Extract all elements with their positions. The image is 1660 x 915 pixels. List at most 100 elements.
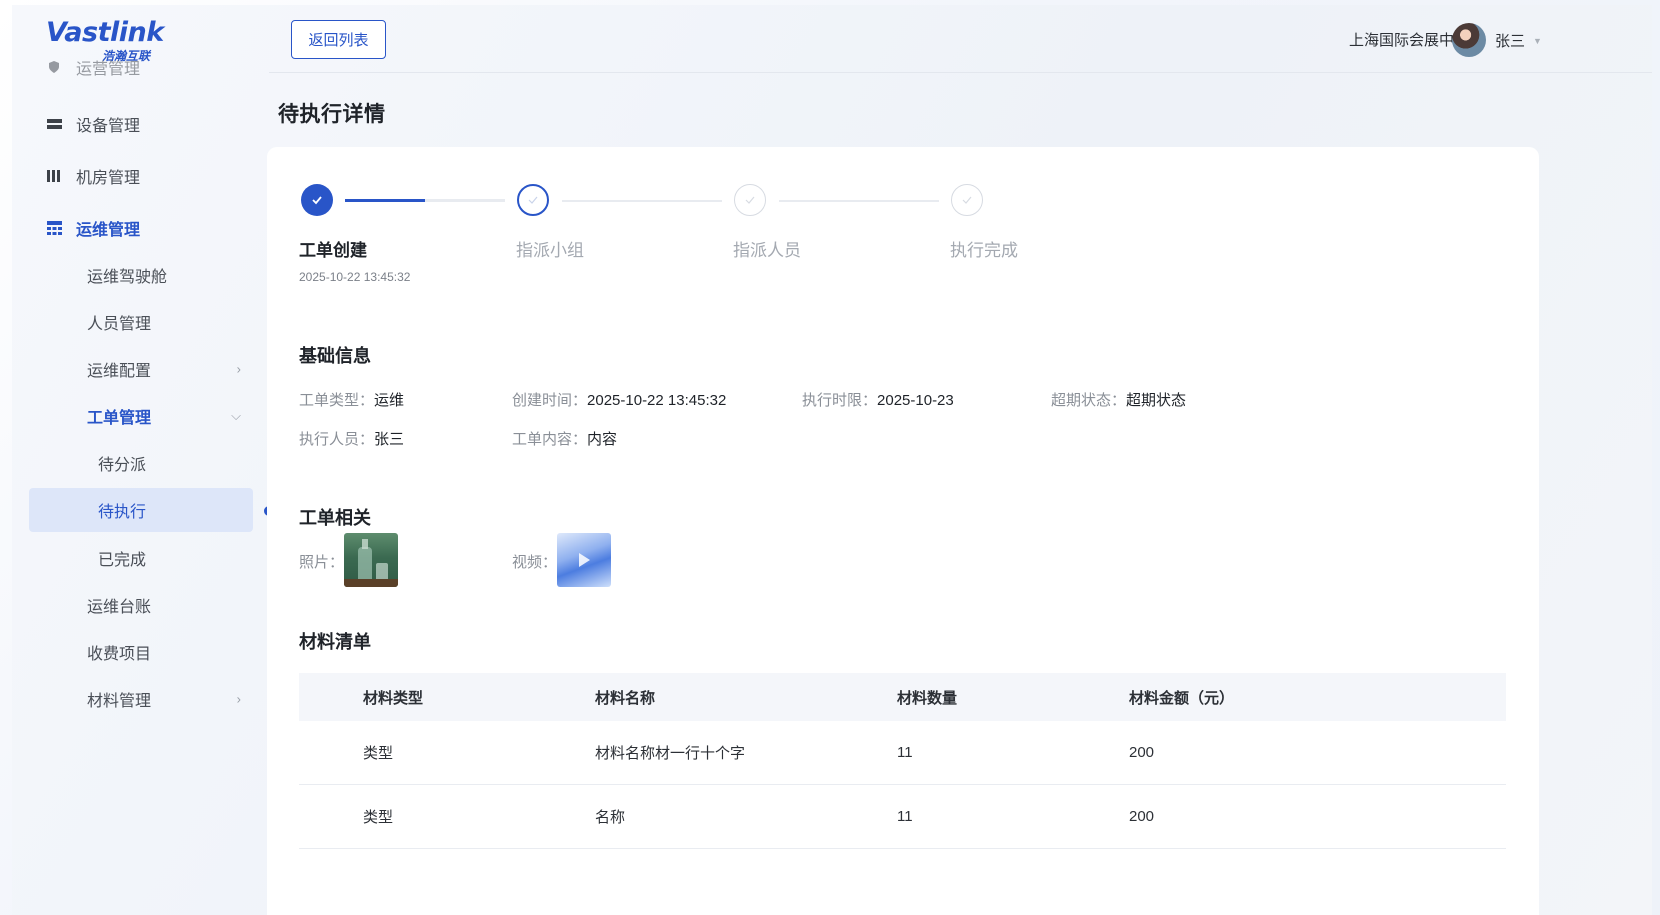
- sidebar-item-ops-ledger[interactable]: 运维台账: [12, 582, 269, 628]
- sidebar: Vastlink 浩瀚互联 运营管理 设备管理 机房管理 运维管理 运维驾驶舱 …: [12, 5, 269, 915]
- chevron-right-icon: ›: [236, 691, 241, 707]
- photo-thumbnail[interactable]: [344, 533, 398, 587]
- rack-icon: [46, 168, 62, 184]
- step-created-circle: [301, 184, 333, 216]
- table-cell: 类型: [363, 809, 394, 826]
- table-row: 类型 材料名称材一行十个字 11 200: [299, 721, 1506, 785]
- materials-table: 材料类型 材料名称 材料数量 材料金额（元） 类型 材料名称材一行十个字 11 …: [299, 673, 1506, 849]
- sidebar-item-label: 机房管理: [76, 170, 141, 187]
- field-label: 工单内容：: [512, 431, 588, 448]
- page-title: 待执行详情: [278, 103, 386, 126]
- sidebar-item-operation[interactable]: 运营管理: [12, 55, 269, 79]
- back-to-list-button[interactable]: 返回列表: [291, 20, 386, 59]
- sidebar-item-label: 工单管理: [87, 410, 152, 427]
- video-thumbnail[interactable]: [557, 533, 611, 587]
- step-complete-label: 执行完成: [950, 241, 1018, 260]
- sidebar-item-materials[interactable]: 材料管理 ›: [12, 676, 269, 722]
- sidebar-item-label: 人员管理: [87, 316, 152, 333]
- step-created-time: 2025-10-22 13:45:32: [299, 270, 411, 284]
- sidebar-item-label: 设备管理: [76, 118, 141, 135]
- field-label: 工单类型：: [299, 392, 375, 409]
- table-cell: 材料名称材一行十个字: [595, 745, 746, 762]
- sidebar-item-label: 运营管理: [76, 61, 141, 78]
- sidebar-item-label: 待执行: [98, 504, 147, 521]
- column-header: 材料类型: [363, 689, 424, 707]
- sidebar-item-label: 运维管理: [76, 222, 141, 239]
- sidebar-item-label: 待分派: [98, 457, 147, 474]
- photo-label: 照片：: [299, 554, 345, 571]
- sidebar-item-label: 运维配置: [87, 363, 152, 380]
- user-menu[interactable]: 张三 ▼: [1495, 30, 1542, 51]
- column-header: 材料名称: [595, 689, 656, 707]
- avatar[interactable]: [1452, 23, 1486, 57]
- sidebar-item-ops-config[interactable]: 运维配置 ›: [12, 346, 269, 392]
- detail-card: 工单创建 2025-10-22 13:45:32 指派小组 指派人员 执行完成 …: [267, 147, 1539, 915]
- table-cell: 11: [897, 744, 913, 761]
- check-icon: [312, 196, 322, 205]
- field-type: 工单类型：运维: [299, 389, 404, 410]
- sidebar-item-ops-cockpit[interactable]: 运维驾驶舱: [12, 252, 269, 298]
- basic-info-title: 基础信息: [299, 346, 371, 366]
- check-icon: [528, 196, 538, 204]
- caret-down-icon: ▼: [1533, 35, 1542, 46]
- related-title: 工单相关: [299, 508, 371, 528]
- sidebar-item-label: 运维驾驶舱: [87, 269, 168, 286]
- sidebar-item-pending-dispatch[interactable]: 待分派: [12, 440, 269, 486]
- field-deadline: 执行时限：2025-10-23: [802, 389, 954, 410]
- user-name: 张三: [1495, 33, 1526, 50]
- step-connector: [779, 200, 939, 202]
- sidebar-item-label: 运维台账: [87, 599, 152, 616]
- table-row: 类型 名称 11 200: [299, 785, 1506, 849]
- column-header: 材料数量: [897, 689, 958, 707]
- sidebar-item-label: 收费项目: [87, 646, 152, 663]
- field-value: 2025-10-22 13:45:32: [587, 392, 727, 409]
- chevron-down-icon: ⌵: [231, 408, 241, 423]
- brand-name: Vastlink: [46, 17, 164, 48]
- play-icon: [578, 553, 590, 567]
- check-icon: [745, 196, 755, 204]
- sidebar-item-devices[interactable]: 设备管理: [12, 101, 269, 147]
- sidebar-item-completed[interactable]: 已完成: [12, 535, 269, 581]
- step-connector: [562, 200, 722, 202]
- grid-icon: [46, 220, 62, 236]
- materials-title: 材料清单: [299, 632, 371, 652]
- step-staff-circle: [734, 184, 766, 216]
- sidebar-item-pending-execution[interactable]: 待执行: [29, 488, 253, 532]
- field-executor: 执行人员：张三: [299, 428, 404, 449]
- sidebar-item-fee-items[interactable]: 收费项目: [12, 629, 269, 675]
- sidebar-item-label: 材料管理: [87, 693, 152, 710]
- sidebar-item-staff[interactable]: 人员管理: [12, 299, 269, 345]
- table-cell: 名称: [595, 809, 626, 826]
- sidebar-item-ops[interactable]: 运维管理: [12, 205, 269, 251]
- sidebar-item-work-orders[interactable]: 工单管理 ⌵: [12, 393, 269, 439]
- table-cell: 类型: [363, 745, 394, 762]
- step-staff-label: 指派人员: [733, 241, 801, 260]
- sidebar-item-label: 已完成: [98, 552, 147, 569]
- table-cell: 200: [1129, 744, 1155, 761]
- field-label: 执行人员：: [299, 431, 375, 448]
- bottle-photo-icon: [344, 539, 398, 587]
- sidebar-item-rooms[interactable]: 机房管理: [12, 153, 269, 199]
- field-created: 创建时间：2025-10-22 13:45:32: [512, 389, 726, 410]
- field-label: 执行时限：: [802, 392, 878, 409]
- chevron-right-icon: ›: [236, 361, 241, 377]
- video-label: 视频：: [512, 554, 558, 571]
- step-complete-circle: [951, 184, 983, 216]
- field-value: 2025-10-23: [877, 392, 954, 409]
- field-value: 运维: [374, 392, 405, 409]
- field-label: 创建时间：: [512, 392, 588, 409]
- step-group-circle: [517, 184, 549, 216]
- check-icon: [962, 196, 972, 204]
- field-overdue: 超期状态：超期状态: [1051, 389, 1186, 410]
- field-value: 超期状态: [1126, 392, 1187, 409]
- field-label: 超期状态：: [1051, 392, 1127, 409]
- step-created-label: 工单创建: [299, 241, 367, 260]
- shield-icon: [46, 59, 62, 75]
- app-frame: Vastlink 浩瀚互联 运营管理 设备管理 机房管理 运维管理 运维驾驶舱 …: [12, 5, 1652, 915]
- table-cell: 200: [1129, 808, 1155, 825]
- field-value: 张三: [374, 431, 405, 448]
- field-value: 内容: [587, 431, 618, 448]
- step-group-label: 指派小组: [516, 241, 584, 260]
- server-icon: [46, 116, 62, 132]
- venue-name: 上海国际会展中心: [1349, 32, 1470, 49]
